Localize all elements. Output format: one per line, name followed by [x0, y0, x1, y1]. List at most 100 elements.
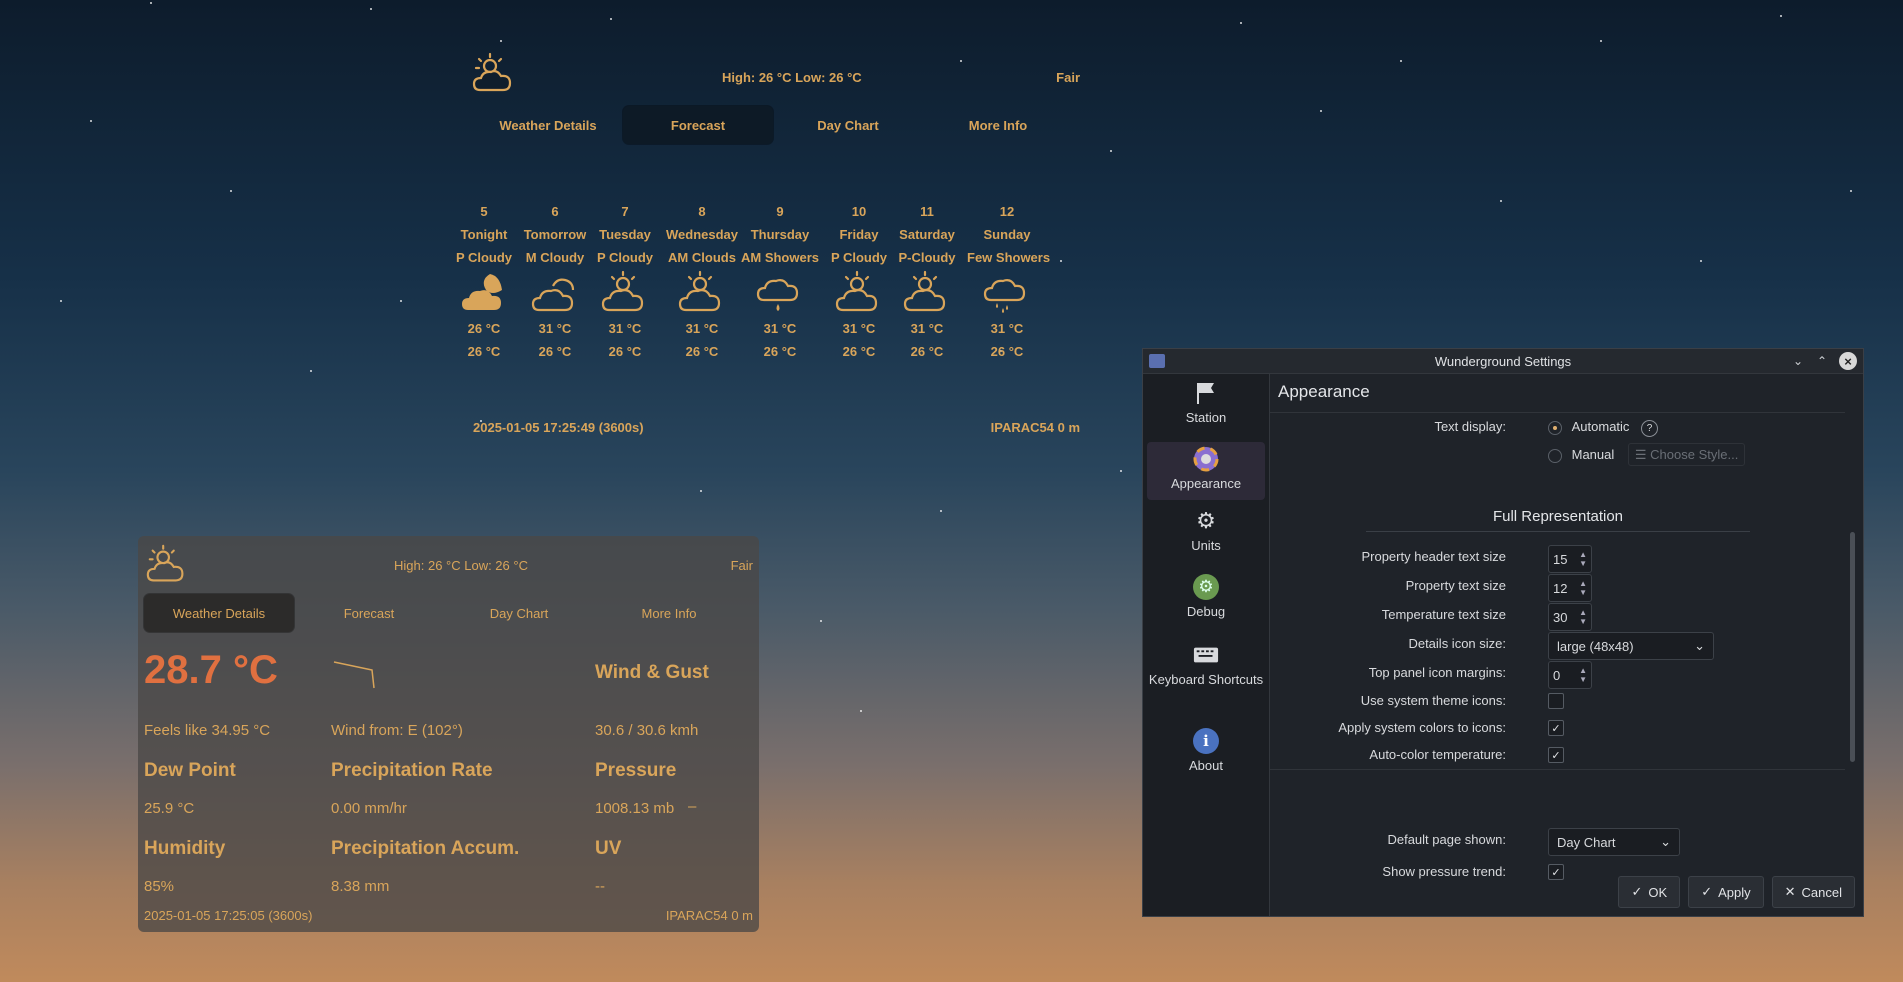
keyboard-icon [1193, 647, 1219, 663]
day-high: 31 °C [990, 321, 1024, 336]
day-condition: P Cloudy [596, 250, 654, 265]
sidebar-item-units[interactable]: ⚙ Units [1147, 508, 1265, 564]
sidebar-item-about[interactable]: i About [1147, 728, 1265, 784]
humidity-value: 85% [144, 878, 175, 895]
autocolor-row: Auto-color temperature: ✓ [1270, 743, 1830, 767]
choose-style-label: Choose Style... [1650, 447, 1739, 462]
system-colors-row: Apply system colors to icons: ✓ [1270, 716, 1830, 740]
tab-more-info[interactable]: More Info [923, 106, 1073, 144]
update-timestamp: 2025-01-05 17:25:05 (3600s) [144, 908, 313, 923]
sun-cloud-icon [903, 270, 946, 312]
autocolor-checkbox[interactable]: ✓ [1548, 747, 1564, 763]
sidebar-item-keyboard-shortcuts[interactable]: Keyboard Shortcuts [1147, 642, 1265, 712]
day-condition: AM Showers [740, 250, 819, 265]
sidebar-item-debug[interactable]: ⚙ Debug [1147, 574, 1265, 630]
forecast-day: 8 Wednesday AM Clouds 31 °C 26 °C [662, 200, 742, 363]
apply-button[interactable]: ✓ Apply [1688, 876, 1764, 908]
spin-arrows-icon[interactable]: ▲ ▼ [1579, 550, 1587, 568]
day-date: 12 [999, 204, 1015, 219]
scrollbar-thumb[interactable] [1850, 532, 1855, 762]
text-display-automatic[interactable]: Automatic ? [1548, 419, 1659, 437]
cancel-button[interactable]: ✕ Cancel [1771, 876, 1855, 908]
pressure-trend-checkbox[interactable]: ✓ [1548, 864, 1564, 880]
close-button[interactable]: × [1839, 352, 1857, 370]
ok-label: OK [1648, 884, 1668, 900]
showers-cloud-icon [983, 279, 1026, 313]
settings-sidebar: Station Appearance ⚙ Units ⚙ Debug Keybo… [1143, 374, 1270, 916]
scrollbar[interactable] [1849, 412, 1857, 768]
sidebar-item-station[interactable]: Station [1147, 380, 1265, 436]
tab-day-chart[interactable]: Day Chart [444, 594, 594, 632]
tab-day-chart[interactable]: Day Chart [773, 106, 923, 144]
sun-cloud-icon [835, 270, 878, 312]
tab-forecast[interactable]: Forecast [623, 106, 773, 144]
humidity-label: Humidity [144, 838, 226, 859]
system-colors-checkbox[interactable]: ✓ [1548, 720, 1564, 736]
current-condition: Fair [730, 558, 753, 573]
header-size-spinbox[interactable]: 15 ▲ ▼ [1548, 545, 1592, 573]
forecast-day: 5 Tonight P Cloudy 26 °C 26 °C [444, 200, 524, 363]
day-high: 31 °C [538, 321, 572, 336]
day-condition: P Cloudy [455, 250, 513, 265]
margins-spinbox[interactable]: 0 ▲ ▼ [1548, 661, 1592, 689]
automatic-label: Automatic [1571, 419, 1630, 434]
text-display-manual-row: Manual ☰ Choose Style... [1270, 443, 1830, 467]
uv-label: UV [595, 838, 622, 859]
margins-row: Top panel icon margins: 0 ▲ ▼ [1270, 661, 1830, 689]
dew-point-value: 25.9 °C [144, 800, 195, 817]
default-page-label: Default page shown: [1387, 832, 1506, 847]
tab-forecast[interactable]: Forecast [294, 594, 444, 632]
minimize-button[interactable]: ⌄ [1789, 352, 1807, 370]
day-low: 26 °C [910, 344, 944, 359]
sidebar-label: About [1189, 758, 1223, 773]
manual-label: Manual [1571, 447, 1615, 462]
section-full-representation: Full Representation [1366, 508, 1750, 532]
header-size-label: Property header text size [1361, 549, 1506, 564]
chevron-down-icon: ⌄ [1694, 638, 1705, 653]
tab-weather-details[interactable]: Weather Details [473, 106, 623, 144]
forecast-day: 11 Saturday P-Cloudy 31 °C 26 °C [887, 200, 967, 363]
forecast-day: 6 Tomorrow M Cloudy 31 °C 26 °C [515, 200, 595, 363]
tab-more-info[interactable]: More Info [594, 594, 744, 632]
spin-value: 30 [1553, 609, 1568, 625]
ok-button[interactable]: ✓ OK [1618, 876, 1681, 908]
forecast-day: 9 Thursday AM Showers 31 °C 26 °C [740, 200, 820, 363]
tab-weather-details[interactable]: Weather Details [144, 594, 294, 632]
day-name: Tuesday [599, 227, 651, 242]
current-condition: Fair [1056, 70, 1080, 85]
radio-automatic[interactable] [1548, 420, 1562, 435]
temp-size-row: Temperature text size 30 ▲ ▼ [1270, 603, 1830, 631]
debug-gear-icon: ⚙ [1193, 574, 1219, 600]
spin-arrows-icon[interactable]: ▲ ▼ [1579, 579, 1587, 597]
spin-arrows-icon[interactable]: ▲ ▼ [1579, 666, 1587, 684]
title-bar[interactable]: Wunderground Settings ⌄ ⌃ × [1143, 349, 1863, 374]
text-size-spinbox[interactable]: 12 ▲ ▼ [1548, 574, 1592, 602]
pressure-trend-label: Show pressure trend: [1382, 864, 1506, 879]
day-condition: Few Showers [967, 250, 1051, 265]
radio-manual[interactable] [1548, 448, 1562, 463]
maximize-button[interactable]: ⌃ [1813, 352, 1831, 370]
sidebar-label: Units [1191, 538, 1221, 553]
day-name: Thursday [750, 227, 810, 242]
precip-rate-value: 0.00 mm/hr [331, 800, 407, 817]
day-low: 26 °C [467, 344, 501, 359]
combo-value: Day Chart [1557, 834, 1616, 850]
station-info: IPARAC54 0 m [990, 420, 1080, 435]
system-icons-checkbox[interactable] [1548, 693, 1564, 709]
icon-size-combobox[interactable]: large (48x48) ⌄ [1548, 632, 1714, 660]
settings-scroll-area[interactable]: Text display: Automatic ? Manual ☰ Choos… [1270, 412, 1845, 770]
default-page-combobox[interactable]: Day Chart ⌄ [1548, 828, 1680, 856]
choose-style-button[interactable]: ☰ Choose Style... [1627, 443, 1746, 466]
sidebar-item-appearance[interactable]: Appearance [1147, 442, 1265, 500]
help-icon[interactable]: ? [1641, 420, 1659, 437]
temp-size-spinbox[interactable]: 30 ▲ ▼ [1548, 603, 1592, 631]
system-icons-row: Use system theme icons: [1270, 689, 1830, 713]
day-name: Saturday [899, 227, 955, 242]
day-date: 7 [621, 204, 629, 219]
details-widget: High: 26 °C Low: 26 °C Fair Weather Deta… [138, 536, 759, 932]
text-size-label: Property text size [1405, 578, 1506, 593]
spin-arrows-icon[interactable]: ▲ ▼ [1579, 608, 1587, 626]
wind-from: Wind from: E (102°) [331, 722, 463, 739]
text-display-manual[interactable]: Manual ☰ Choose Style... [1548, 443, 1746, 466]
system-colors-label: Apply system colors to icons: [1338, 720, 1506, 735]
